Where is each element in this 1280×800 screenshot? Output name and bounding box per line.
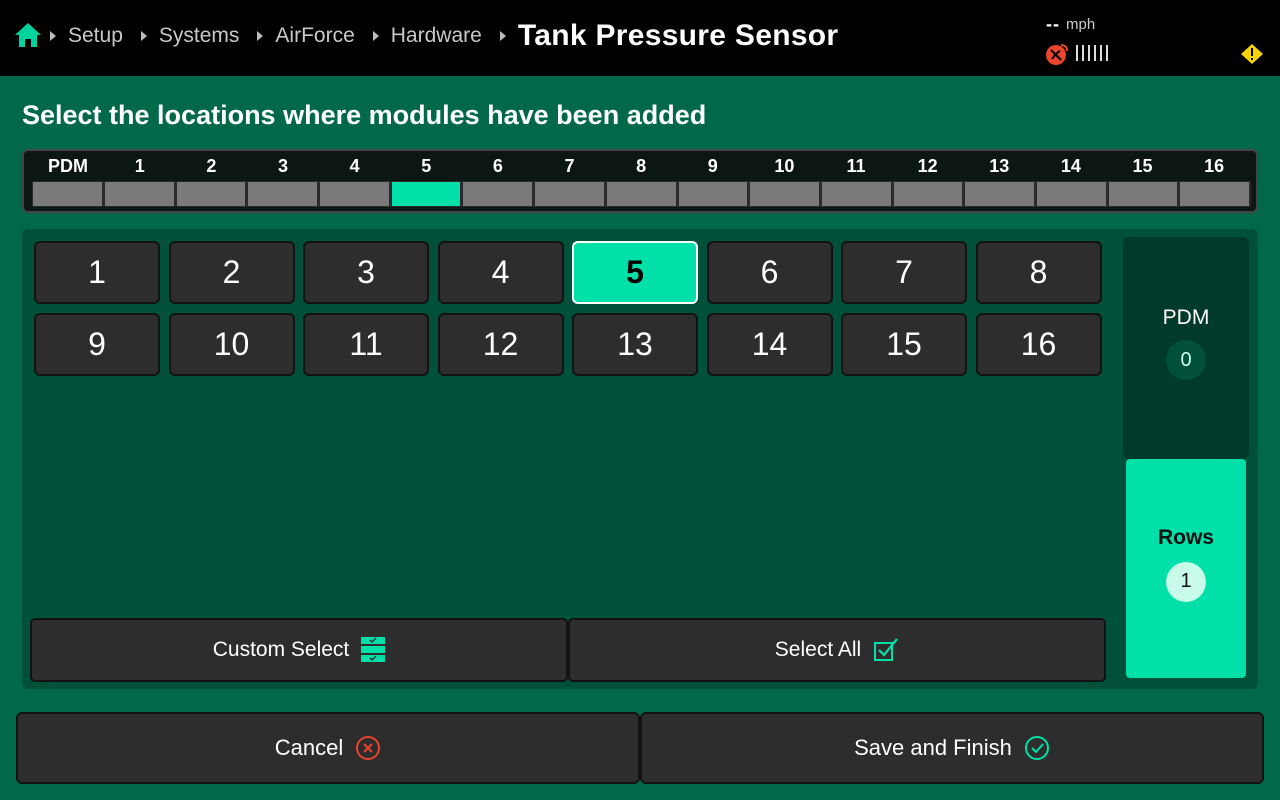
module-selection-panel: 1 2 3 4 5 6 7 8 9 10 11 12 13 14 15 16 Custom Select Se… (22, 229, 1258, 689)
location-button-9[interactable]: 9 (34, 313, 160, 376)
strip-cell (1179, 181, 1251, 207)
speed-unit: mph (1066, 16, 1096, 33)
strip-label: 8 (636, 156, 647, 176)
location-button-6[interactable]: 6 (706, 241, 833, 304)
chevron-right-icon (50, 31, 56, 41)
location-button-3[interactable]: 3 (303, 241, 429, 304)
breadcrumb: Setup Systems AirForce Hardware Tank Pre… (50, 0, 838, 72)
strip-cell (104, 181, 176, 207)
strip-cell (462, 181, 535, 207)
chevron-right-icon (499, 31, 506, 41)
chevron-right-icon (257, 31, 264, 41)
custom-select-button[interactable]: Custom Select (30, 618, 568, 682)
strip-cell (964, 181, 1036, 207)
rows-toggle[interactable]: Rows 1 (1126, 459, 1246, 678)
location-strip-labels: PDM 1 2 3 4 5 6 7 8 9 10 11 12 13 14 15 16 (32, 156, 1250, 177)
breadcrumb-label: Setup (68, 24, 123, 47)
breadcrumb-label: Hardware (390, 24, 482, 47)
strip-cell (534, 181, 606, 207)
pdm-toggle[interactable]: PDM 0 (1123, 237, 1249, 459)
location-button-7[interactable]: 7 (841, 241, 967, 304)
location-strip: PDM 1 2 3 4 5 6 7 8 9 10 11 12 13 14 15 16 (22, 149, 1258, 213)
strip-cell (677, 181, 750, 207)
gps-no-signal-icon[interactable] (1044, 42, 1070, 66)
check-circle-icon (1024, 736, 1049, 760)
strip-label: 16 (1204, 156, 1225, 176)
strip-cell (820, 181, 893, 207)
page-title: Tank Pressure Sensor (517, 19, 839, 52)
footer-actions: Cancel Save and Finish (16, 712, 1264, 784)
location-button-8[interactable]: 8 (975, 241, 1102, 304)
breadcrumb-label: Systems (158, 24, 240, 47)
strip-cell (32, 181, 104, 207)
rows-label: Rows (1157, 525, 1214, 549)
strip-label: 12 (917, 156, 938, 176)
checkbox-check-icon (874, 638, 899, 661)
strip-label: 13 (989, 156, 1010, 176)
strip-cell (247, 181, 320, 207)
location-button-14[interactable]: 14 (706, 313, 833, 376)
location-button-2[interactable]: 2 (168, 241, 295, 304)
select-all-label: Select All (774, 638, 862, 661)
breadcrumb-setup[interactable]: Setup (50, 24, 141, 48)
location-button-11[interactable]: 11 (303, 313, 429, 376)
strip-label: 6 (492, 156, 503, 176)
location-button-16[interactable]: 16 (975, 313, 1102, 376)
strip-label: 2 (206, 156, 217, 176)
location-button-1[interactable]: 1 (34, 241, 160, 304)
strip-label: 1 (134, 156, 145, 176)
location-button-5[interactable]: 5 (572, 241, 698, 304)
warning-icon[interactable] (1241, 44, 1263, 64)
strip-label: 9 (707, 156, 718, 176)
top-bar: Setup Systems AirForce Hardware Tank Pre… (0, 0, 1280, 76)
strip-cell (892, 181, 965, 207)
strip-label: 4 (349, 156, 360, 176)
location-button-15[interactable]: 15 (841, 313, 967, 376)
cancel-label: Cancel (274, 735, 344, 760)
rows-count-badge: 1 (1166, 561, 1206, 602)
home-icon[interactable] (14, 22, 42, 48)
pdm-label: PDM (1162, 306, 1210, 329)
save-and-finish-button[interactable]: Save and Finish (640, 712, 1264, 784)
pdm-count-badge: 0 (1166, 340, 1206, 380)
strip-cell (1107, 181, 1180, 207)
location-strip-cells (32, 181, 1252, 207)
strip-label: 7 (564, 156, 575, 176)
breadcrumb-airforce[interactable]: AirForce (257, 24, 372, 48)
strip-label: 14 (1060, 156, 1081, 176)
custom-select-label: Custom Select (212, 638, 350, 661)
location-button-13[interactable]: 13 (572, 313, 698, 376)
instruction-heading: Select the locations where modules have … (22, 100, 707, 130)
strip-cell (175, 181, 248, 207)
signal-strength-icon (1076, 45, 1108, 61)
strip-label: 3 (277, 156, 288, 176)
breadcrumb-systems[interactable]: Systems (140, 24, 258, 48)
strip-cell (1035, 181, 1108, 207)
location-button-12[interactable]: 12 (437, 313, 564, 376)
speed-readout: -- mph (1046, 14, 1095, 35)
strip-label: 10 (774, 156, 795, 176)
chevron-right-icon (140, 31, 147, 41)
cancel-button[interactable]: Cancel (16, 712, 640, 784)
strip-cell (319, 181, 391, 207)
strip-cell (605, 181, 678, 207)
strip-cell (749, 181, 821, 207)
strip-label: 15 (1132, 156, 1153, 176)
location-button-10[interactable]: 10 (168, 313, 295, 376)
strip-label: PDM (47, 156, 88, 176)
speed-value: -- (1046, 14, 1060, 34)
select-all-button[interactable]: Select All (568, 618, 1106, 682)
location-button-4[interactable]: 4 (437, 241, 564, 304)
breadcrumb-current: Tank Pressure Sensor (499, 19, 839, 53)
close-circle-icon (356, 736, 381, 760)
custom-select-icon (361, 637, 386, 662)
save-label: Save and Finish (854, 735, 1012, 760)
selection-actions: Custom Select Select All (30, 618, 1106, 682)
chevron-right-icon (372, 31, 379, 41)
strip-label: 5 (421, 156, 432, 176)
strip-cell (390, 181, 463, 207)
strip-label: 11 (846, 156, 866, 176)
breadcrumb-hardware[interactable]: Hardware (372, 24, 500, 48)
breadcrumb-label: AirForce (275, 24, 355, 47)
